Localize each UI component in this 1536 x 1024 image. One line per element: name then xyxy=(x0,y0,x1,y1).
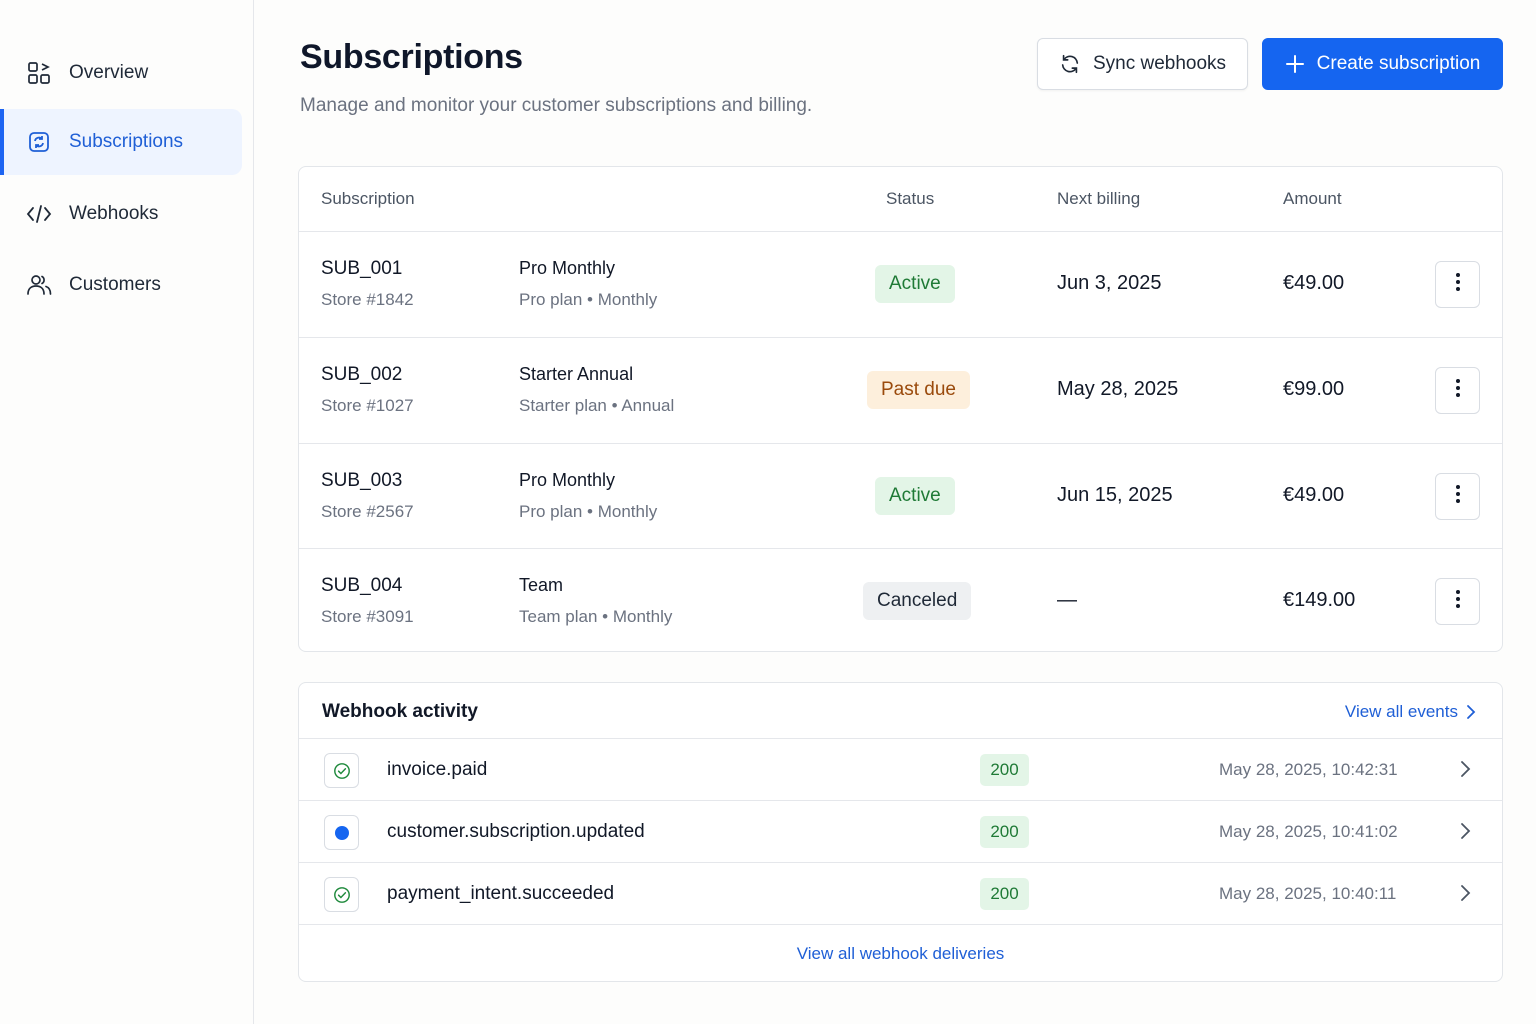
plan-name: Starter Annual xyxy=(519,364,634,384)
plan-name: Team xyxy=(519,575,564,595)
plan-description: Pro plan • Monthly xyxy=(519,290,658,309)
sidebar-item-webhooks[interactable]: Webhooks xyxy=(0,181,242,247)
amount: €99.00 xyxy=(1283,378,1345,400)
status-badge: Past due xyxy=(867,371,970,409)
blue-dot-icon xyxy=(324,815,359,850)
webhook-timestamp: May 28, 2025, 10:42:31 xyxy=(1219,760,1398,779)
page-title: Subscriptions xyxy=(300,38,523,76)
chevron-right-icon xyxy=(1459,883,1471,903)
plan-description: Starter plan • Annual xyxy=(519,396,675,415)
sync-webhooks-label: Sync webhooks xyxy=(1092,53,1227,74)
plan-description: Pro plan • Monthly xyxy=(519,502,658,521)
next-billing-date: Jun 3, 2025 xyxy=(1057,272,1162,294)
status-badge: Active xyxy=(875,265,955,303)
subscription-id: SUB_001 xyxy=(321,258,403,279)
webhook-event-name: customer.subscription.updated xyxy=(387,821,645,842)
webhook-event-row[interactable]: customer.subscription.updated 200 May 28… xyxy=(299,800,1502,862)
store-name: Store #2567 xyxy=(321,502,414,521)
view-all-events-link[interactable]: View all events xyxy=(1345,702,1476,722)
sidebar-item-label: Overview xyxy=(69,62,149,83)
create-subscription-button[interactable]: Create subscription xyxy=(1262,38,1503,90)
table-row[interactable]: SUB_003 Store #2567 Pro Monthly Pro plan… xyxy=(299,443,1502,549)
webhook-event-name: payment_intent.succeeded xyxy=(387,883,615,904)
store-name: Store #1027 xyxy=(321,396,414,415)
row-actions-button[interactable] xyxy=(1435,261,1480,308)
amount: €49.00 xyxy=(1283,484,1345,506)
next-billing-date: Jun 15, 2025 xyxy=(1057,484,1173,506)
sidebar: Overview Subscriptions Webhooks Customer… xyxy=(0,0,254,1024)
sidebar-item-label: Subscriptions xyxy=(69,131,184,152)
chevron-right-icon xyxy=(1459,759,1471,779)
plan-description: Team plan • Monthly xyxy=(519,607,673,626)
subscription-id: SUB_002 xyxy=(321,364,403,385)
view-all-events-label: View all events xyxy=(1344,702,1458,721)
next-billing-date: May 28, 2025 xyxy=(1057,378,1179,400)
status-badge: Canceled xyxy=(863,582,972,620)
webhook-event-row[interactable]: payment_intent.succeeded 200 May 28, 202… xyxy=(299,862,1502,924)
webhook-activity-title: Webhook activity xyxy=(322,701,478,722)
status-badge: Active xyxy=(875,477,955,515)
response-code-badge: 200 xyxy=(980,816,1029,848)
users-icon xyxy=(26,272,52,298)
view-all-webhook-deliveries-link[interactable]: View all webhook deliveries xyxy=(299,924,1502,982)
column-header-amount: Amount xyxy=(1283,189,1342,208)
plan-name: Pro Monthly xyxy=(519,258,616,278)
check-circle-icon xyxy=(324,877,359,912)
sidebar-item-subscriptions[interactable]: Subscriptions xyxy=(0,109,242,175)
chevron-right-icon xyxy=(1466,704,1476,720)
webhook-activity-panel: Webhook activity View all events invoice… xyxy=(298,682,1503,982)
column-header-status: Status xyxy=(886,189,935,208)
plus-icon xyxy=(1285,54,1305,74)
more-vertical-icon xyxy=(1455,272,1461,297)
row-actions-button[interactable] xyxy=(1435,473,1480,520)
subscriptions-table: Subscription Status Next billing Amount … xyxy=(298,166,1503,652)
webhook-event-name: invoice.paid xyxy=(387,759,488,780)
store-name: Store #1842 xyxy=(321,290,414,309)
check-circle-icon xyxy=(324,753,359,788)
subscriptions-icon xyxy=(26,129,52,155)
amount: €49.00 xyxy=(1283,272,1345,294)
overview-grid-icon xyxy=(26,60,52,86)
subscription-id: SUB_003 xyxy=(321,470,403,491)
more-vertical-icon xyxy=(1455,484,1461,509)
more-vertical-icon xyxy=(1455,589,1461,614)
row-actions-button[interactable] xyxy=(1435,578,1480,625)
response-code-badge: 200 xyxy=(980,878,1029,910)
sidebar-item-label: Webhooks xyxy=(69,203,159,224)
column-header-next-billing: Next billing xyxy=(1057,189,1141,208)
refresh-icon xyxy=(1059,53,1081,75)
webhook-timestamp: May 28, 2025, 10:40:11 xyxy=(1219,884,1397,903)
webhook-event-row[interactable]: invoice.paid 200 May 28, 2025, 10:42:31 xyxy=(299,738,1502,800)
webhook-timestamp: May 28, 2025, 10:41:02 xyxy=(1219,822,1398,841)
column-header-subscription: Subscription xyxy=(321,189,415,208)
create-subscription-label: Create subscription xyxy=(1316,53,1481,74)
row-actions-button[interactable] xyxy=(1435,367,1480,414)
sidebar-item-customers[interactable]: Customers xyxy=(0,252,242,318)
response-code-badge: 200 xyxy=(980,754,1029,786)
sidebar-item-overview[interactable]: Overview xyxy=(0,40,242,106)
page-subtitle: Manage and monitor your customer subscri… xyxy=(300,95,813,116)
next-billing-date: — xyxy=(1057,589,1077,611)
table-row[interactable]: SUB_002 Store #1027 Starter Annual Start… xyxy=(299,337,1502,443)
table-row[interactable]: SUB_001 Store #1842 Pro Monthly Pro plan… xyxy=(299,231,1502,337)
code-icon xyxy=(26,201,52,227)
table-row[interactable]: SUB_004 Store #3091 Team Team plan • Mon… xyxy=(299,548,1502,654)
subscription-id: SUB_004 xyxy=(321,575,403,596)
plan-name: Pro Monthly xyxy=(519,470,616,490)
more-vertical-icon xyxy=(1455,378,1461,403)
chevron-right-icon xyxy=(1459,821,1471,841)
store-name: Store #3091 xyxy=(321,607,414,626)
sidebar-item-label: Customers xyxy=(69,274,161,295)
amount: €149.00 xyxy=(1283,589,1356,611)
sync-webhooks-button[interactable]: Sync webhooks xyxy=(1037,38,1248,90)
